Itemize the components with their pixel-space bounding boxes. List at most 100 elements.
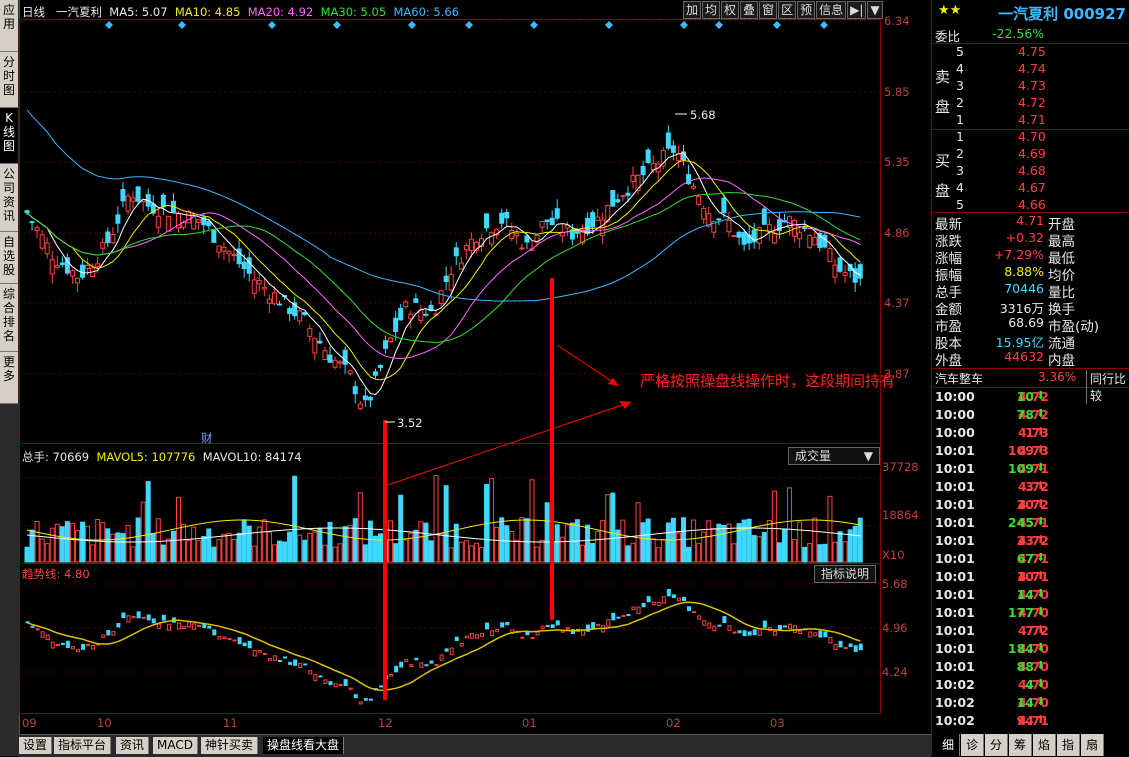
indicator-candle xyxy=(227,638,232,641)
mavol5-label: MAVOL5: 107776 xyxy=(96,450,196,464)
toolbar-rights-button[interactable]: 权 xyxy=(721,1,740,19)
arrow-up-icon: ⬆ xyxy=(1036,479,1046,492)
volume-bar xyxy=(226,532,232,563)
tab-indicator-platform[interactable]: 指标平台 xyxy=(54,737,112,754)
candle-body xyxy=(362,395,368,401)
volume-bar xyxy=(766,519,772,563)
indicator-help-button[interactable]: 指标说明 xyxy=(814,565,877,583)
indicator-candle xyxy=(313,674,318,682)
indicator-candle xyxy=(490,630,495,637)
volume-bar xyxy=(54,523,60,563)
indicator-candle xyxy=(727,625,732,631)
toolbar-overlay-button[interactable]: 叠 xyxy=(740,1,759,19)
toolbar-alert-button[interactable]: 预 xyxy=(797,1,816,19)
tab-timeshare[interactable]: 分时图 xyxy=(0,52,18,108)
tab-app[interactable]: 应用 xyxy=(0,0,18,52)
indicator-candle xyxy=(409,664,414,668)
sector-bar[interactable]: 汽车整车 3.36% 同行比较 xyxy=(932,368,1129,404)
indicator-candle xyxy=(222,636,227,640)
volume-bar xyxy=(170,530,176,563)
candle-body xyxy=(761,208,767,225)
volume-bar xyxy=(585,524,591,563)
candle-body xyxy=(312,337,318,354)
indicator-candle xyxy=(616,616,621,619)
price-tick: 6.34 xyxy=(884,14,910,28)
volume-bar xyxy=(216,539,222,563)
tab-more[interactable]: 更多 xyxy=(0,352,18,404)
tab-news[interactable]: 资讯 xyxy=(116,737,150,754)
toolbar-window-button[interactable]: 窗 xyxy=(759,1,778,19)
volume-bar xyxy=(69,522,75,563)
volume-bar xyxy=(181,523,187,563)
volume-bar xyxy=(771,490,777,563)
finance-marker[interactable]: 财 xyxy=(201,430,213,446)
date-tick: 11 xyxy=(223,716,238,730)
tab-trade-line-market[interactable]: 操盘线看大盘 xyxy=(263,737,345,754)
candle-body xyxy=(837,257,843,272)
tick-volume: 67 xyxy=(1016,551,1034,566)
indicator-candle xyxy=(464,635,469,639)
tab-watchlist[interactable]: 自选股 xyxy=(0,232,18,284)
indicator-candle xyxy=(86,643,91,647)
volume-bar xyxy=(463,540,469,563)
tab-settings[interactable]: 设置 xyxy=(19,737,53,754)
volume-bar xyxy=(413,529,419,563)
candle-body xyxy=(337,361,343,364)
indicator-candle xyxy=(848,643,853,648)
indicator-candle xyxy=(692,611,697,614)
volume-bar xyxy=(59,526,65,563)
indicator-candle xyxy=(81,643,86,650)
indicator-candle xyxy=(469,633,474,639)
candle-body xyxy=(297,310,303,322)
tab-company-news[interactable]: 公司资讯 xyxy=(0,164,18,232)
volume-tick: 18864 xyxy=(882,508,919,522)
tab-ranking[interactable]: 综合排名 xyxy=(0,284,18,352)
toolbar-range-button[interactable]: 区 xyxy=(778,1,797,19)
indicator-candle xyxy=(818,630,823,638)
indicator-candle xyxy=(823,631,828,638)
tab-kline[interactable]: K线图 xyxy=(0,108,18,164)
volume-bar xyxy=(509,530,515,563)
quote-tab[interactable]: 焰 xyxy=(1033,734,1056,756)
volume-bar xyxy=(564,524,570,563)
candle-body xyxy=(797,232,803,240)
indicator-candle xyxy=(45,634,50,641)
kline-chart[interactable] xyxy=(19,0,881,734)
stat-value: 68.69 xyxy=(1008,315,1044,330)
candle-body xyxy=(307,328,313,337)
volume-bar xyxy=(827,495,833,563)
sector-pct: 3.36% xyxy=(1038,370,1077,384)
indicator-candle xyxy=(232,639,237,642)
tab-needle-trade[interactable]: 神针买卖 xyxy=(201,737,259,754)
quote-tab[interactable]: 指 xyxy=(1057,734,1080,756)
volume-bar xyxy=(261,519,267,563)
bid-price: 4.67 xyxy=(1018,180,1046,195)
indicator-candle xyxy=(126,615,131,623)
volume-indicator-dropdown[interactable]: 成交量 ▼ xyxy=(788,447,880,465)
toolbar-add-button[interactable]: 加 xyxy=(683,1,702,19)
arrow-down-icon: ⬇ xyxy=(1036,605,1046,618)
indicator-candle xyxy=(156,623,161,630)
indicator-candle xyxy=(30,625,35,628)
quote-tab[interactable]: 诊 xyxy=(961,734,984,756)
indicator-candle xyxy=(454,636,459,641)
volume-bar xyxy=(691,519,697,563)
tab-macd[interactable]: MACD xyxy=(153,737,198,754)
tick-time: 10:01 xyxy=(935,623,975,638)
quote-tab[interactable]: 分 xyxy=(985,734,1008,756)
toolbar-avg-button[interactable]: 均 xyxy=(702,1,721,19)
toolbar-info-button[interactable]: 信息 xyxy=(816,1,847,19)
indicator-candle xyxy=(707,622,712,629)
quote-tab[interactable]: 筹 xyxy=(1009,734,1032,756)
quote-tab[interactable]: 细 xyxy=(937,734,960,756)
tick-row: 10:01 4.71 10 ⬆ xyxy=(932,569,1129,586)
indicator-candle xyxy=(166,623,171,631)
indicator-candle xyxy=(252,649,257,657)
candle-body xyxy=(701,208,707,220)
quote-tab[interactable]: 扇 xyxy=(1081,734,1104,756)
toolbar-menu-button[interactable]: ▼ xyxy=(867,1,883,19)
volume-bar xyxy=(231,539,237,563)
indicator-candle xyxy=(101,634,106,638)
toolbar-play-button[interactable]: ▶| xyxy=(847,1,867,19)
volume-bar xyxy=(782,529,787,563)
